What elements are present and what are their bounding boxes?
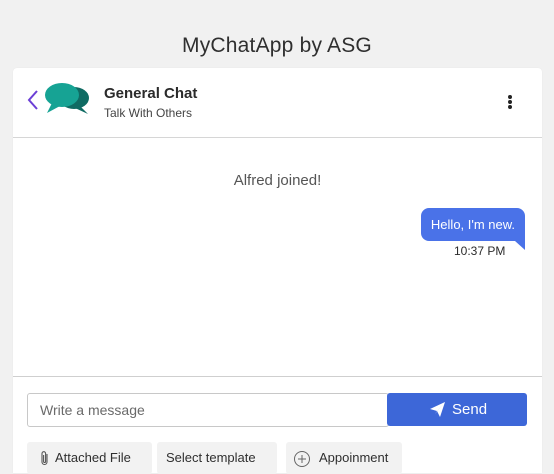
- appointment-label: Appoinment: [319, 450, 389, 465]
- send-button-label: Send: [452, 401, 488, 418]
- more-vertical-icon: [508, 95, 512, 109]
- outgoing-message-bubble: Hello, I'm new.: [421, 208, 525, 241]
- chat-panel: General Chat Talk With Others Alfred joi…: [13, 68, 542, 474]
- message-list: Alfred joined! Hello, I'm new. 10:37 PM: [13, 138, 542, 376]
- paperclip-icon: [41, 451, 48, 466]
- chat-bubbles-icon: [42, 82, 92, 116]
- back-button[interactable]: [26, 89, 40, 111]
- chat-name: General Chat: [104, 85, 198, 102]
- attach-file-button[interactable]: Attached File: [27, 442, 152, 474]
- attach-file-label: Attached File: [55, 450, 131, 465]
- message-timestamp: 10:37 PM: [454, 244, 506, 258]
- select-template-label: Select template: [166, 450, 256, 465]
- send-button[interactable]: Send: [387, 393, 527, 426]
- bubble-tail: [515, 241, 525, 250]
- chat-header: General Chat Talk With Others: [13, 68, 542, 138]
- more-options-button[interactable]: [503, 93, 517, 113]
- message-input[interactable]: [27, 393, 389, 427]
- paper-plane-icon: [430, 402, 445, 417]
- chat-subtitle: Talk With Others: [104, 106, 193, 120]
- system-message: Alfred joined!: [233, 172, 322, 189]
- plus-circle-icon: [294, 451, 310, 467]
- select-template-button[interactable]: Select template: [157, 442, 277, 474]
- message-composer: Send Attached File Select template Appoi…: [13, 376, 542, 474]
- app-title: MyChatApp by ASG: [182, 34, 372, 57]
- chevron-left-icon: [27, 90, 38, 110]
- appointment-button[interactable]: Appoinment: [286, 442, 402, 474]
